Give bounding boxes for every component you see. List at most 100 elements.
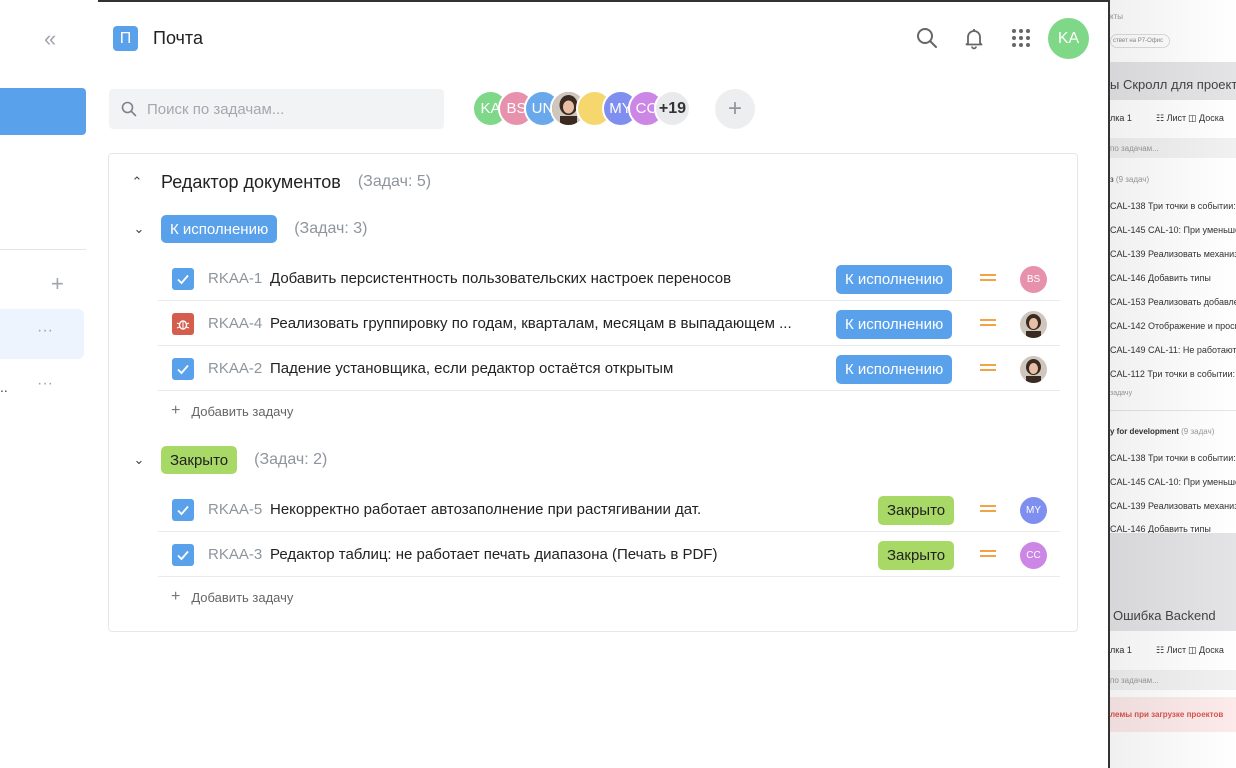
task-row[interactable]: RKAA-3 Редактор таблиц: не работает печа…: [158, 533, 1060, 577]
add-project-icon[interactable]: +: [51, 271, 64, 297]
add-task-button[interactable]: + Добавить задачу: [171, 402, 293, 420]
task-status-badge[interactable]: К исполнению: [836, 265, 953, 294]
bg-tab: лка 1: [1110, 113, 1132, 123]
task-row[interactable]: RKAA-5 Некорректно работает автозаполнен…: [158, 488, 1060, 532]
bg-row: CAL-138 Три точки в событии: С: [1110, 453, 1236, 463]
user-avatar[interactable]: KA: [1048, 18, 1089, 59]
bg-row: CAL-139 Реализовать механизм: [1110, 501, 1236, 511]
bg-group-title: з: [1110, 175, 1114, 184]
main-panel: П Почта KA KA BS UN: [98, 0, 1108, 768]
assignee-avatar[interactable]: [1020, 311, 1047, 338]
sidebar-divider: [0, 249, 86, 250]
bg-search-hint: по задачам...: [1110, 676, 1159, 685]
assignee-avatar[interactable]: [1020, 356, 1047, 383]
page-title: Почта: [153, 28, 203, 48]
more-options-icon[interactable]: ···: [37, 375, 53, 393]
bg-row: CAL-138 Три точки в событии: С: [1110, 201, 1236, 211]
bell-icon[interactable]: [962, 26, 986, 50]
search-icon: [121, 101, 137, 117]
group-header[interactable]: ⌄ Закрыто (Задач: 2): [129, 445, 327, 475]
task-key: RKAA-5: [208, 501, 263, 518]
bg-row: CAL-149 CAL-11: Не работают ин: [1110, 345, 1236, 355]
assignee-avatar[interactable]: BS: [1020, 266, 1047, 293]
sidebar-item-active[interactable]: [0, 88, 86, 135]
project-board: ⌃ Редактор документов (Задач: 5) ⌄ К исп…: [108, 153, 1078, 632]
search-icon[interactable]: [915, 26, 939, 50]
apps-grid-icon[interactable]: [1009, 26, 1033, 50]
more-options-icon[interactable]: ···: [37, 322, 53, 340]
search-input[interactable]: [147, 100, 427, 118]
project-name: Редактор документов: [161, 171, 341, 192]
bg-row: CAL-139 Реализовать механизм: [1110, 249, 1236, 259]
task-key: RKAA-3: [208, 546, 263, 563]
bg-text: кты: [1110, 12, 1124, 21]
sidebar: « + ··· .. ···: [0, 0, 98, 768]
bg-group-count: (9 задач): [1115, 175, 1150, 184]
add-task-label: Добавить задачу: [191, 589, 294, 605]
task-title[interactable]: Падение установщика, если редактор остаё…: [270, 360, 673, 377]
priority-medium-icon[interactable]: [980, 503, 996, 513]
bg-pill: ствет на Р7-Офис: [1110, 34, 1170, 48]
bg-row: CAL-142 Отображение и просмо: [1110, 321, 1236, 331]
bg-divider: [1110, 410, 1236, 411]
add-task-label: Добавить задачу: [191, 403, 294, 419]
task-title[interactable]: Редактор таблиц: не работает печать диап…: [270, 546, 717, 563]
bg-row: CAL-153 Реализовать добавлен: [1110, 297, 1236, 307]
task-checkbox-icon: [172, 543, 194, 566]
bg-tab-board: ◫ Доска: [1188, 645, 1224, 655]
add-member-button[interactable]: +: [715, 89, 755, 129]
plus-icon: +: [171, 588, 181, 605]
bg-row: CAL-112 Три точки в событии: С: [1110, 369, 1236, 379]
plus-icon: +: [171, 402, 181, 419]
task-checkbox-icon: [172, 357, 194, 380]
task-key: RKAA-2: [208, 360, 263, 377]
bg-section-title: ы Скролл для проект: [1110, 77, 1236, 92]
chevron-down-icon[interactable]: ⌄: [129, 452, 149, 468]
task-checkbox-icon: [172, 498, 194, 521]
chevron-up-icon[interactable]: ⌃: [127, 174, 147, 190]
assignee-avatar[interactable]: MY: [1020, 497, 1047, 524]
task-key: RKAA-4: [208, 315, 263, 332]
add-task-button[interactable]: + Добавить задачу: [171, 588, 293, 606]
assignee-avatar[interactable]: CC: [1020, 542, 1047, 569]
priority-medium-icon[interactable]: [980, 548, 996, 558]
background-window: кты ствет на Р7-Офис ы Скролл для проект…: [1108, 0, 1236, 768]
task-title[interactable]: Добавить персистентность пользовательски…: [270, 270, 731, 287]
task-search[interactable]: [109, 89, 444, 129]
group-task-count: (Задач: 2): [254, 451, 328, 468]
app-icon: П: [113, 26, 138, 51]
task-title[interactable]: Реализовать группировку по годам, кварта…: [270, 315, 792, 332]
collapse-sidebar-icon[interactable]: «: [44, 26, 56, 52]
priority-medium-icon[interactable]: [980, 362, 996, 372]
task-status-badge[interactable]: Закрыто: [878, 541, 955, 570]
task-status-badge[interactable]: Закрыто: [878, 496, 955, 525]
task-status-badge[interactable]: К исполнению: [836, 355, 953, 384]
bg-row: CAL-146 Добавить типы: [1110, 273, 1211, 283]
task-key: RKAA-1: [208, 270, 263, 287]
bg-row: CAL-145 CAL-10: При уменьшени: [1110, 225, 1236, 235]
project-task-count: (Задач: 5): [357, 173, 432, 190]
bg-section-title: Ошибка Backend: [1113, 608, 1216, 623]
group-task-count: (Задач: 3): [294, 220, 368, 237]
group-status-badge: К исполнению: [161, 215, 278, 243]
task-row[interactable]: RKAA-1 Добавить персистентность пользова…: [158, 257, 1060, 301]
bg-add-task: задачу: [1110, 390, 1133, 397]
task-row[interactable]: RKAA-4 Реализовать группировку по годам,…: [158, 302, 1060, 346]
group-header[interactable]: ⌄ К исполнению (Задач: 3): [129, 214, 367, 244]
sidebar-item-label: ..: [0, 379, 8, 395]
priority-medium-icon[interactable]: [980, 317, 996, 327]
priority-medium-icon[interactable]: [980, 272, 996, 282]
task-status-badge[interactable]: К исполнению: [836, 310, 953, 339]
bg-row: CAL-145 CAL-10: При уменьшени: [1110, 477, 1236, 487]
bg-search-hint: по задачам...: [1110, 144, 1159, 153]
bg-tab-board: ◫ Доска: [1188, 113, 1224, 123]
window-border: [98, 0, 1110, 2]
more-members-badge[interactable]: +19: [654, 90, 691, 127]
task-title[interactable]: Некорректно работает автозаполнение при …: [270, 501, 701, 518]
chevron-down-icon[interactable]: ⌄: [129, 221, 149, 237]
project-header[interactable]: ⌃ Редактор документов (Задач: 5): [127, 168, 432, 196]
task-row[interactable]: RKAA-2 Падение установщика, если редакто…: [158, 347, 1060, 391]
group-status-badge: Закрыто: [161, 446, 238, 474]
bg-group-count: (9 задач): [1181, 427, 1215, 436]
bg-group-title: y for development: [1110, 427, 1179, 436]
